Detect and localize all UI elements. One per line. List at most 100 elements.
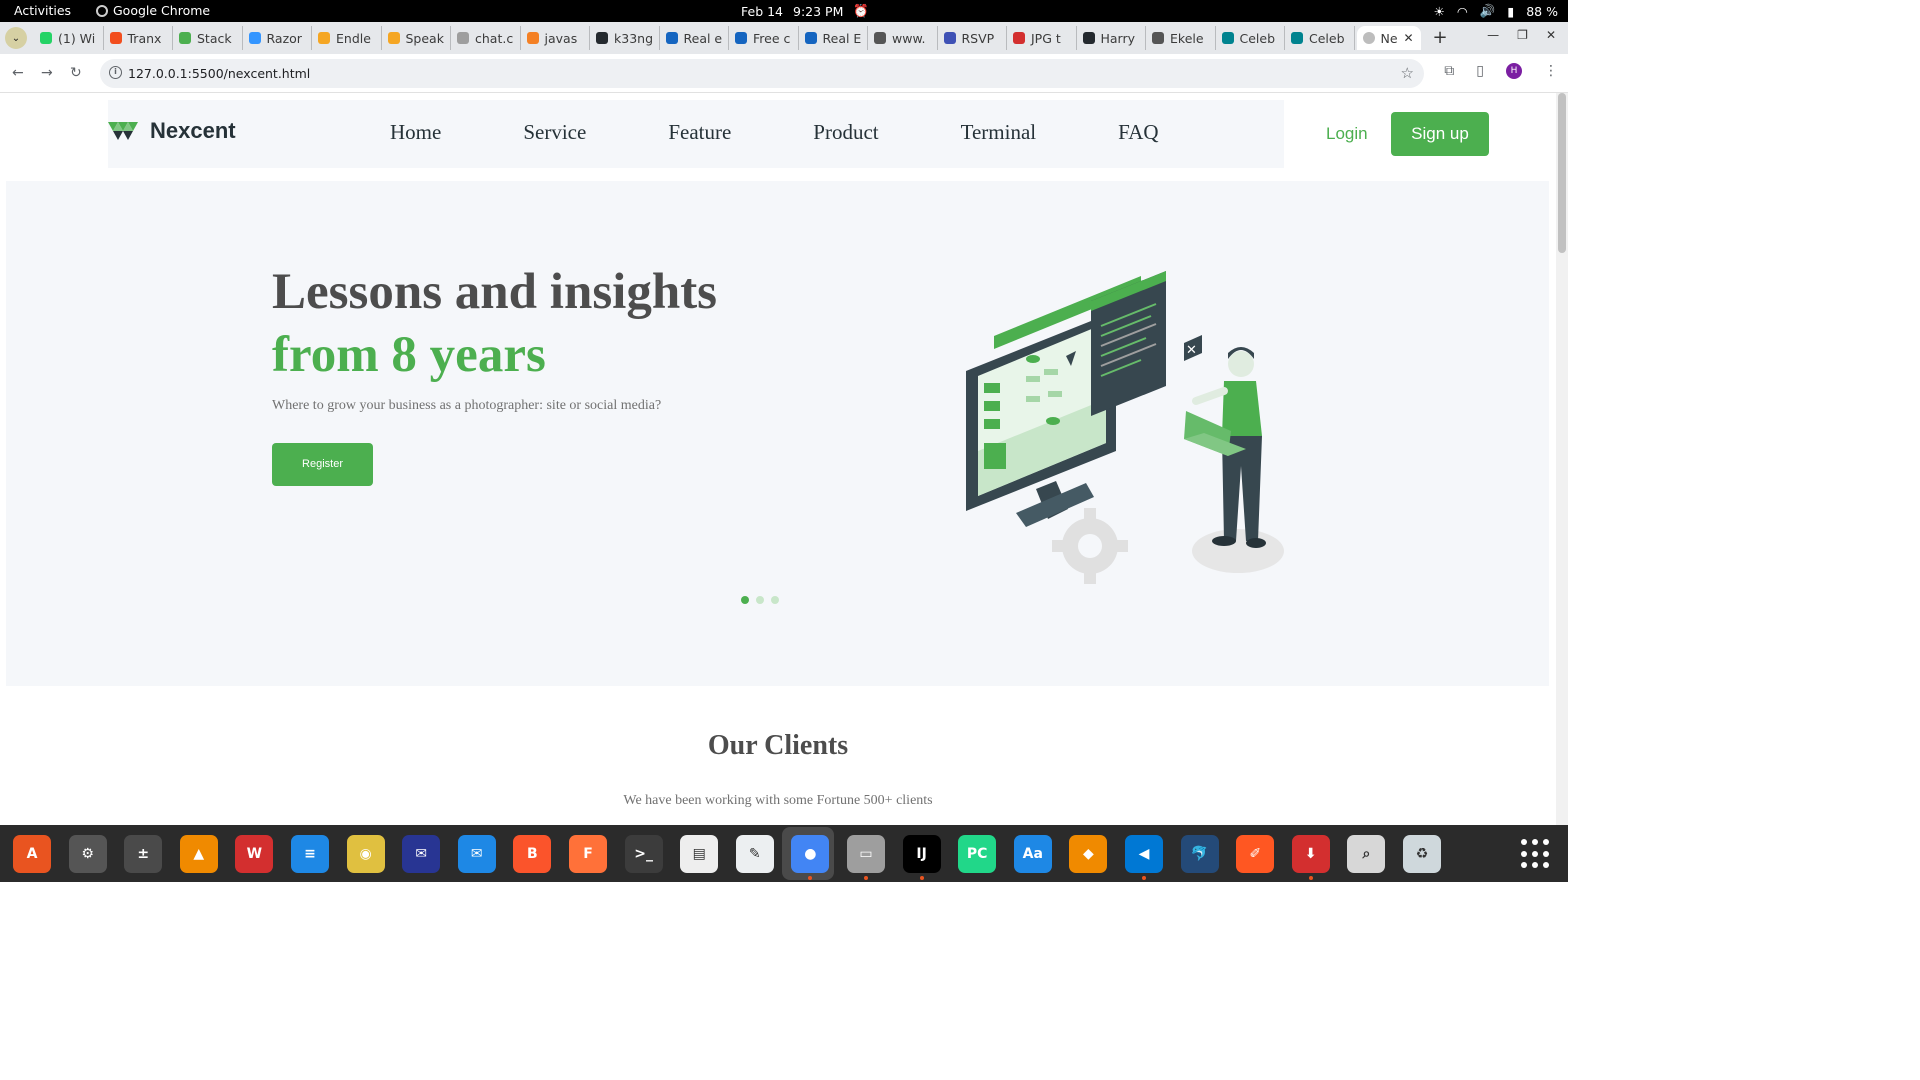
tab-label: (1) Wi [58, 30, 96, 46]
nav-faq[interactable]: FAQ [1118, 120, 1158, 145]
developer-illustration: ✕ [966, 271, 1284, 584]
tab-13[interactable]: RSVP [938, 26, 1007, 50]
tab-11[interactable]: Real E [799, 26, 868, 50]
pen-tool-icon[interactable]: ✐ [1236, 835, 1275, 873]
side-panel-icon[interactable]: ▯ [1476, 63, 1484, 79]
tab-0[interactable]: (1) Wi [34, 26, 104, 50]
document-viewer-icon[interactable]: ▤ [680, 835, 719, 873]
nav-product[interactable]: Product [813, 120, 878, 145]
text-document-icon[interactable]: ≡ [291, 835, 329, 873]
svg-text:✕: ✕ [1186, 343, 1197, 358]
downloader-icon[interactable]: ⬇ [1291, 835, 1330, 873]
rhythmbox-icon[interactable]: ◉ [346, 835, 385, 873]
close-window-icon[interactable]: ✕ [1546, 28, 1556, 42]
firefox-icon[interactable]: F [569, 835, 607, 873]
scrollbar-thumb[interactable] [1558, 93, 1566, 253]
forward-arrow-icon[interactable]: → [41, 65, 53, 81]
carousel-dot-2[interactable] [756, 596, 764, 604]
tab-7[interactable]: javas [521, 26, 590, 50]
tab-search-chevron-icon[interactable]: ⌄ [5, 27, 27, 49]
vscode-icon[interactable]: ◀ [1125, 835, 1163, 873]
pycharm-icon[interactable]: PC [958, 835, 997, 873]
clients-title: Our Clients [707, 730, 849, 761]
nav-terminal[interactable]: Terminal [961, 120, 1037, 145]
hero-title-line2: from 8 years [272, 327, 546, 383]
mysql-workbench-icon[interactable]: 🐬 [1180, 835, 1219, 873]
tab-close-icon[interactable]: ✕ [1404, 31, 1414, 45]
tab-9[interactable]: Real e [660, 26, 729, 50]
kebab-menu-icon[interactable]: ⋮ [1544, 63, 1558, 79]
signup-button[interactable]: Sign up [1391, 112, 1489, 156]
battery-level: 88 % [1526, 3, 1558, 19]
gear-icon [1052, 508, 1128, 584]
calculator-icon[interactable]: ± [124, 835, 163, 873]
tab-5[interactable]: Speak [382, 26, 451, 50]
reload-icon[interactable]: ↻ [70, 65, 82, 81]
tab-1[interactable]: Tranx [104, 26, 173, 50]
app-menu[interactable]: Google Chrome [96, 3, 210, 18]
carousel-dot-1[interactable] [741, 596, 749, 604]
tab-14[interactable]: JPG t [1007, 26, 1077, 50]
window-controls: — ❐ ✕ [1487, 28, 1556, 42]
extensions-puzzle-icon[interactable]: ⧉ [1444, 63, 1454, 79]
tab-4[interactable]: Endle [312, 26, 382, 50]
minimize-icon[interactable]: — [1487, 28, 1499, 42]
trash-icon[interactable]: ♻ [1403, 835, 1441, 873]
site-navbar: Nexcent Home Service Feature Product Ter… [108, 100, 1284, 168]
tab-favicon-icon [457, 32, 469, 44]
address-bar[interactable]: i 127.0.0.1:5500/nexcent.html ☆ [100, 59, 1424, 88]
settings-icon[interactable]: ⚙ [68, 835, 107, 873]
new-tab-button[interactable]: + [1433, 26, 1448, 50]
wps-office-icon[interactable]: W [235, 835, 274, 873]
profile-avatar[interactable]: H [1506, 63, 1522, 79]
intellij-icon[interactable]: IJ [902, 835, 941, 873]
tab-17[interactable]: Celeb [1216, 26, 1285, 50]
nav-feature[interactable]: Feature [668, 120, 731, 145]
running-indicator [1308, 876, 1313, 880]
system-tray[interactable]: ☀ ◠ 🔊 ▮ 88 % [1434, 3, 1558, 19]
maximize-icon[interactable]: ❐ [1517, 28, 1528, 42]
text-editor-icon[interactable]: ✎ [735, 835, 774, 873]
page-scrollbar[interactable] [1556, 93, 1568, 825]
login-link[interactable]: Login [1326, 124, 1368, 144]
clock[interactable]: Feb 14 9:23 PM ⏰ [741, 3, 869, 19]
tab-12[interactable]: www. [868, 26, 938, 50]
brightness-icon: ☀ [1433, 3, 1445, 19]
activities-button[interactable]: Activities [14, 3, 71, 18]
carousel-dot-3[interactable] [771, 596, 779, 604]
tab-18[interactable]: Celeb [1285, 26, 1355, 50]
tab-2[interactable]: Stack [173, 26, 243, 50]
nav-home[interactable]: Home [390, 120, 441, 145]
back-arrow-icon[interactable]: ← [12, 65, 24, 81]
tab-15[interactable]: Harry [1077, 26, 1146, 50]
terminal-icon[interactable]: >_ [624, 835, 663, 873]
thunderbird-icon[interactable]: ✉ [457, 835, 496, 873]
toolbar: ← → ↻ i 127.0.0.1:5500/nexcent.html ☆ ⧉ … [0, 54, 1568, 93]
nav-service[interactable]: Service [523, 120, 586, 145]
tab-8[interactable]: k33ng [590, 26, 660, 50]
app-name: Google Chrome [113, 3, 211, 18]
chrome-icon[interactable]: ● [791, 835, 830, 873]
brand[interactable]: Nexcent [108, 118, 236, 144]
mail-icon[interactable]: ✉ [402, 835, 441, 873]
draw-app-icon[interactable]: ◆ [1069, 835, 1108, 873]
app-center-icon[interactable]: A [13, 835, 51, 873]
brave-icon[interactable]: B [513, 835, 552, 873]
tab-favicon-icon [1013, 32, 1025, 44]
url-text[interactable]: 127.0.0.1:5500/nexcent.html [128, 66, 310, 81]
register-button[interactable]: Register [272, 443, 373, 486]
tab-16[interactable]: Ekele [1146, 26, 1216, 50]
vlc-icon[interactable]: ▲ [179, 835, 218, 873]
tab-10[interactable]: Free c [729, 26, 799, 50]
bookmark-star-icon[interactable]: ☆ [1401, 64, 1414, 82]
tab-active[interactable]: Ne ✕ [1356, 26, 1421, 50]
show-apps-grid-icon[interactable] [1521, 839, 1551, 869]
tab-3[interactable]: Razor [243, 26, 312, 50]
files-icon[interactable]: ▭ [847, 835, 885, 873]
tab-favicon-icon [874, 32, 886, 44]
screenshot-viewer-icon[interactable]: ⌕ [1347, 835, 1386, 873]
tab-label: Tranx [127, 30, 162, 46]
site-info-icon[interactable]: i [109, 66, 122, 79]
dictionary-icon[interactable]: Aa [1013, 835, 1052, 873]
tab-6[interactable]: chat.c [451, 26, 521, 50]
